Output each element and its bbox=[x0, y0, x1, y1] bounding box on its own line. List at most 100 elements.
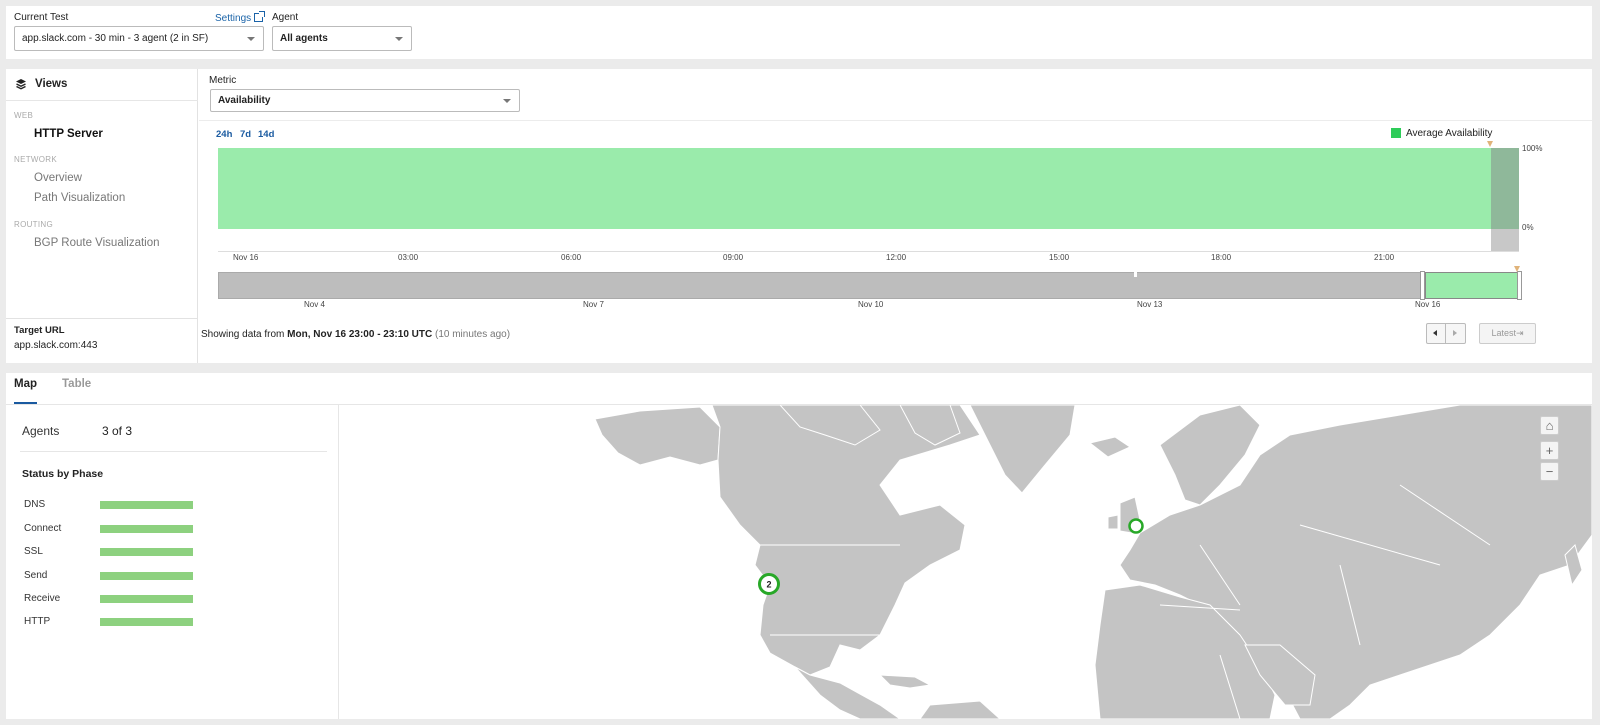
phase-label: DNS bbox=[24, 499, 46, 510]
plus-icon: + bbox=[1545, 443, 1554, 458]
navigator-handle-left[interactable] bbox=[1420, 271, 1425, 300]
phase-status-bar bbox=[100, 501, 193, 509]
nav-overview[interactable]: Overview bbox=[34, 172, 82, 184]
phase-status-bar bbox=[100, 525, 193, 533]
current-test-label: Current Test bbox=[14, 12, 69, 23]
overview-tick-label: Nov 4 bbox=[304, 300, 325, 309]
tab-table[interactable]: Table bbox=[62, 378, 91, 390]
showing-data-text: Showing data from Mon, Nov 16 23:00 - 23… bbox=[201, 329, 510, 340]
chevron-down-icon bbox=[247, 37, 255, 41]
phase-label: Connect bbox=[24, 523, 62, 534]
tick-label: 21:00 bbox=[1374, 253, 1395, 262]
phase-label: SSL bbox=[24, 546, 43, 557]
tick-label: 18:00 bbox=[1211, 253, 1232, 262]
tick-label: Nov 16 bbox=[233, 253, 259, 262]
overview-navigator[interactable] bbox=[218, 272, 1521, 299]
target-url-label: Target URL bbox=[14, 325, 65, 336]
range-14d[interactable]: 14d bbox=[258, 129, 274, 140]
selection-window-fill bbox=[1491, 148, 1519, 229]
current-test-select[interactable]: app.slack.com - 30 min - 3 agent (2 in S… bbox=[14, 26, 264, 51]
showing-range: Mon, Nov 16 23:00 - 23:10 UTC bbox=[287, 329, 433, 340]
nav-http-server[interactable]: HTTP Server bbox=[34, 128, 103, 140]
region-ireland bbox=[1107, 514, 1119, 530]
prev-button[interactable] bbox=[1426, 323, 1446, 344]
views-header: Views bbox=[6, 69, 198, 101]
overview-tick-label: Nov 7 bbox=[583, 300, 604, 309]
marker-icon bbox=[1514, 266, 1520, 272]
tick-label: 03:00 bbox=[398, 253, 419, 262]
legend-swatch bbox=[1391, 128, 1401, 138]
showing-prefix: Showing data from bbox=[201, 329, 288, 340]
overview-tick-label: Nov 16 bbox=[1415, 300, 1441, 309]
phase-status-bar bbox=[100, 548, 193, 556]
chevron-down-icon bbox=[503, 99, 511, 103]
settings-link[interactable]: Settings bbox=[215, 11, 266, 24]
range-7d[interactable]: 7d bbox=[240, 129, 251, 140]
divider bbox=[20, 451, 327, 452]
legend-label: Average Availability bbox=[1406, 128, 1493, 139]
layers-icon bbox=[16, 79, 26, 90]
phase-status-bar bbox=[100, 572, 193, 580]
y-max-label: 100% bbox=[1522, 144, 1543, 153]
nav-path-visualization[interactable]: Path Visualization bbox=[34, 192, 125, 204]
navigator-handle-right[interactable] bbox=[1517, 271, 1522, 300]
overview-tick-label: Nov 10 bbox=[858, 300, 884, 309]
tick-label: 12:00 bbox=[886, 253, 907, 262]
tick-label: 06:00 bbox=[561, 253, 582, 262]
agents-sidebar: Agents 3 of 3 Status by Phase DNS Connec… bbox=[6, 405, 339, 719]
overview-marker bbox=[1134, 271, 1137, 277]
tick-label: 15:00 bbox=[1049, 253, 1070, 262]
section-web: WEB bbox=[14, 111, 34, 120]
phase-label: HTTP bbox=[24, 616, 51, 627]
current-test-value: app.slack.com - 30 min - 3 agent (2 in S… bbox=[22, 33, 209, 44]
agent-select[interactable]: All agents bbox=[272, 26, 412, 51]
showing-ago: (10 minutes ago) bbox=[432, 329, 511, 340]
home-icon: ⌂ bbox=[1545, 418, 1554, 433]
phase-status-bar bbox=[100, 595, 193, 603]
range-24h[interactable]: 24h bbox=[216, 129, 232, 140]
agents-label: Agents bbox=[22, 424, 60, 438]
metric-select[interactable]: Availability bbox=[210, 89, 520, 112]
metric-value: Availability bbox=[218, 95, 271, 106]
availability-area bbox=[218, 148, 1491, 229]
views-panel: Views WEB HTTP Server NETWORK Overview P… bbox=[6, 69, 1592, 363]
next-button[interactable] bbox=[1446, 323, 1466, 344]
tick-label: 09:00 bbox=[723, 253, 744, 262]
section-network: NETWORK bbox=[14, 155, 57, 164]
cluster-count: 2 bbox=[766, 580, 771, 590]
zoom-out-button[interactable]: − bbox=[1540, 462, 1559, 481]
y-min-label: 0% bbox=[1522, 223, 1534, 232]
overview-tick-label: Nov 13 bbox=[1137, 300, 1163, 309]
phase-label: Receive bbox=[24, 593, 61, 604]
agent-label: Agent bbox=[272, 12, 299, 23]
test-selector-bar: Current Test Settings app.slack.com - 30… bbox=[6, 6, 1592, 59]
agent-value: All agents bbox=[280, 33, 328, 44]
home-button[interactable]: ⌂ bbox=[1540, 416, 1559, 435]
external-link-icon bbox=[254, 11, 266, 22]
tab-map[interactable]: Map bbox=[14, 378, 37, 390]
latest-button[interactable]: Latest⇥ bbox=[1479, 323, 1536, 344]
marker-icon bbox=[1487, 141, 1493, 147]
chevron-down-icon bbox=[395, 37, 403, 41]
chevron-right-icon bbox=[1453, 330, 1457, 336]
section-routing: ROUTING bbox=[14, 220, 53, 229]
phase-label: Send bbox=[24, 570, 48, 581]
metric-label: Metric bbox=[209, 75, 237, 86]
status-by-phase-title: Status by Phase bbox=[22, 468, 104, 480]
x-axis bbox=[218, 251, 1519, 252]
views-title: Views bbox=[35, 78, 68, 90]
minus-icon: − bbox=[1545, 464, 1554, 479]
phase-status-bar bbox=[100, 618, 193, 626]
agent-marker bbox=[1128, 518, 1144, 534]
world-map[interactable]: 2 bbox=[340, 405, 1592, 719]
chevron-left-icon bbox=[1433, 330, 1437, 336]
overview-selection[interactable] bbox=[1425, 272, 1518, 299]
agents-count: 3 of 3 bbox=[102, 424, 133, 438]
divider bbox=[6, 318, 198, 319]
settings-link-label[interactable]: Settings bbox=[215, 13, 251, 24]
zoom-in-button[interactable]: + bbox=[1540, 441, 1559, 460]
nav-bgp-route-visualization[interactable]: BGP Route Visualization bbox=[34, 237, 160, 249]
agent-cluster-marker: 2 bbox=[758, 573, 780, 595]
divider bbox=[199, 120, 1592, 121]
views-sidebar: Views WEB HTTP Server NETWORK Overview P… bbox=[6, 69, 198, 363]
